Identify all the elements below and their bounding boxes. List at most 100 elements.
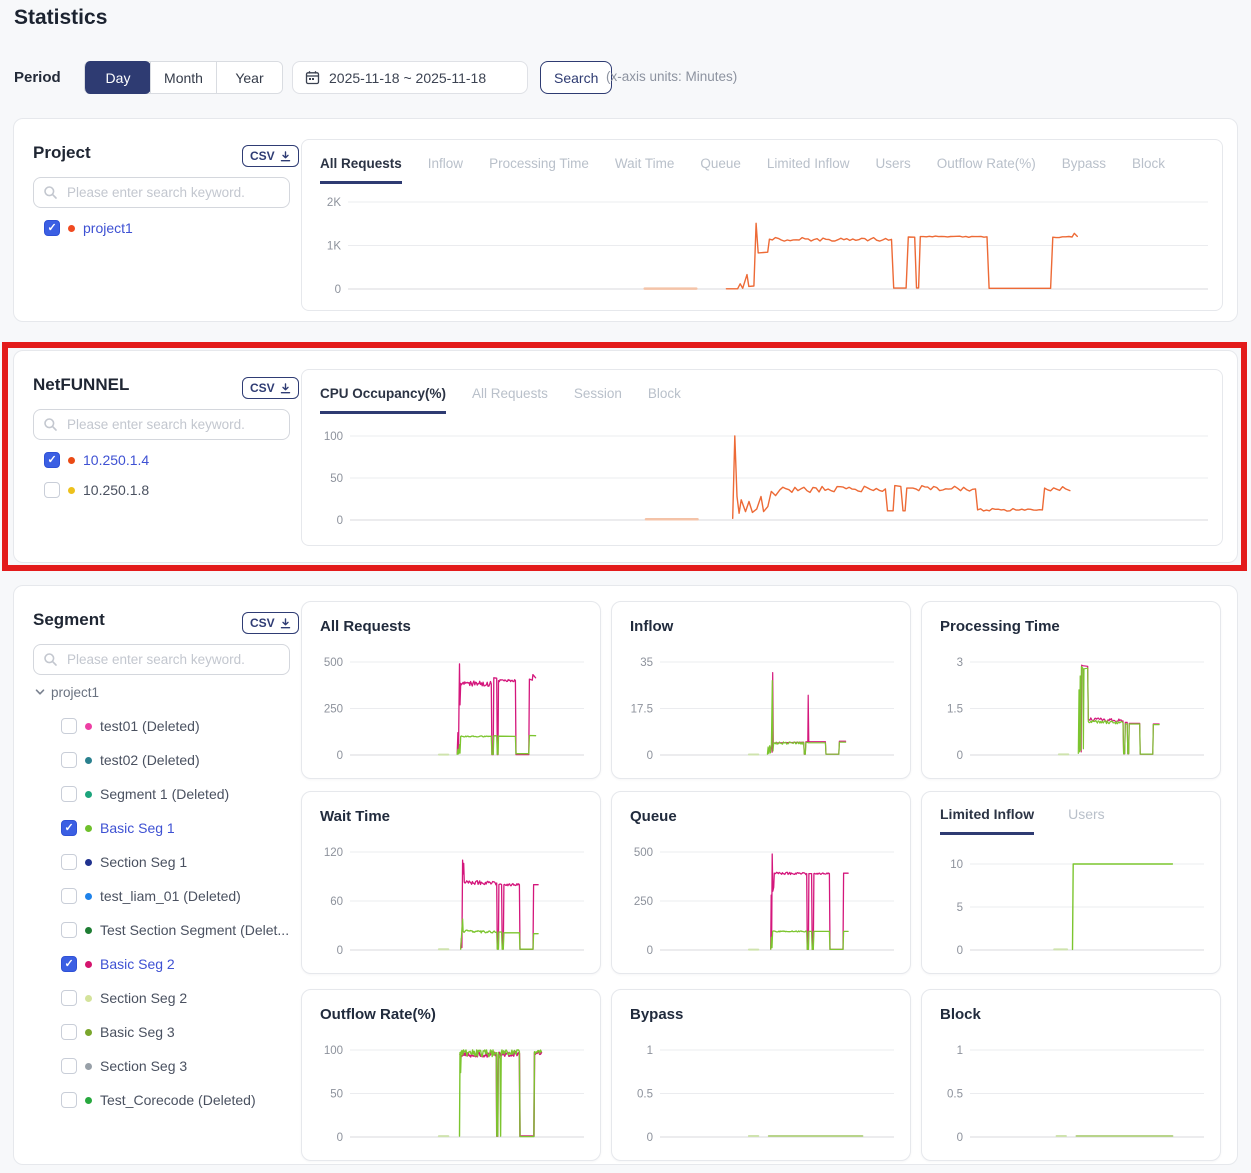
checkbox[interactable]: [44, 220, 60, 236]
segment-item-row[interactable]: Basic Seg 1: [61, 818, 289, 838]
checkbox[interactable]: [61, 1058, 77, 1074]
checkbox[interactable]: [61, 888, 77, 904]
svg-text:0: 0: [337, 750, 343, 762]
segment-item-row[interactable]: Test Section Segment (Delet...: [61, 920, 289, 940]
series-color-dot: [68, 457, 75, 464]
checkbox[interactable]: [61, 786, 77, 802]
segment-item-row[interactable]: Basic Seg 3: [61, 1022, 289, 1042]
segment-item-list: test01 (Deleted) test02 (Deleted) Segmen…: [33, 716, 289, 1110]
project-chart-tab[interactable]: Outflow Rate(%): [937, 150, 1036, 184]
project-item-row[interactable]: project1: [44, 219, 133, 237]
svg-text:1: 1: [957, 1045, 963, 1057]
svg-text:60: 60: [330, 896, 343, 908]
card-title: All Requests: [320, 618, 411, 635]
project-chart-tab[interactable]: All Requests: [320, 150, 402, 184]
project-chart-tabs: All Requests Inflow Processing Time Wait Ti…: [320, 150, 1165, 184]
project-search-input[interactable]: [33, 177, 290, 208]
netfunnel-chart-tab[interactable]: Session: [574, 380, 622, 414]
segment-item-label: Test Section Segment (Delet...: [100, 922, 289, 938]
csv-label: CSV: [250, 149, 275, 163]
project-chart-tab[interactable]: Queue: [700, 150, 741, 184]
project-item-label: project1: [83, 220, 133, 236]
checkbox[interactable]: [44, 482, 60, 498]
svg-text:1: 1: [647, 1045, 653, 1057]
download-icon: [280, 618, 291, 629]
checkbox[interactable]: [61, 1092, 77, 1108]
segment-item-row[interactable]: Segment 1 (Deleted): [61, 784, 289, 804]
segment-item-row[interactable]: Section Seg 1: [61, 852, 289, 872]
series-color-dot: [85, 893, 92, 900]
netfunnel-chart-tab[interactable]: CPU Occupancy(%): [320, 380, 446, 414]
checkbox[interactable]: [61, 990, 77, 1006]
card-title: Processing Time: [940, 618, 1060, 635]
project-chart-tab[interactable]: Processing Time: [489, 150, 589, 184]
statistics-page: Statistics Period DayMonthYear 2025-11-1…: [0, 0, 1251, 1173]
csv-download-button[interactable]: CSV: [242, 612, 299, 634]
tab-label: Users: [875, 156, 910, 171]
checkbox[interactable]: [61, 1024, 77, 1040]
series-color-dot: [85, 1029, 92, 1036]
project-chart-tab[interactable]: Bypass: [1062, 150, 1106, 184]
segment-item-row[interactable]: Section Seg 3: [61, 1056, 289, 1076]
period-label: Period: [14, 69, 61, 86]
tab-label: All Requests: [320, 156, 402, 171]
period-mode-button[interactable]: Month: [150, 62, 216, 93]
segment-item-label: Section Seg 3: [100, 1058, 187, 1074]
checkbox[interactable]: [61, 752, 77, 768]
segment-search: [33, 644, 290, 675]
search-button[interactable]: Search: [540, 61, 612, 94]
card-title: Queue: [630, 808, 677, 825]
series-color-dot: [85, 961, 92, 968]
segment-item-row[interactable]: Section Seg 2: [61, 988, 289, 1008]
inflow-card: Inflow 017.535: [611, 601, 911, 779]
svg-text:250: 250: [324, 704, 343, 716]
svg-text:3: 3: [957, 657, 963, 669]
checkbox[interactable]: [61, 820, 77, 836]
segment-search-input[interactable]: [33, 644, 290, 675]
csv-download-button[interactable]: CSV: [242, 377, 299, 399]
limited-inflow-card-tabs: Limited Inflow Users: [940, 798, 1105, 835]
period-mode-label: Year: [235, 70, 263, 86]
checkbox[interactable]: [61, 956, 77, 972]
segment-item-row[interactable]: test_liam_01 (Deleted): [61, 886, 289, 906]
limited-inflow-card: Limited InflowUsers 0510: [921, 791, 1221, 974]
svg-text:0: 0: [337, 515, 343, 527]
checkbox[interactable]: [44, 452, 60, 468]
csv-download-button[interactable]: CSV: [242, 145, 299, 167]
svg-text:500: 500: [324, 657, 343, 669]
project-search: [33, 177, 290, 208]
card-title: Bypass: [630, 1006, 683, 1023]
all-requests-chart: 0 250 500: [310, 656, 588, 768]
netfunnel-chart-tab[interactable]: All Requests: [472, 380, 548, 414]
segment-item-row[interactable]: Basic Seg 2: [61, 954, 289, 974]
netfunnel-item-row[interactable]: 10.250.1.4: [44, 451, 149, 469]
project-chart-tab[interactable]: Inflow: [428, 150, 463, 184]
limited-inflow-card-tab[interactable]: Limited Inflow: [940, 798, 1034, 835]
segment-item-row[interactable]: test02 (Deleted): [61, 750, 289, 770]
segment-item-row[interactable]: Test_Corecode (Deleted): [61, 1090, 289, 1110]
date-range-picker[interactable]: 2025-11-18 ~ 2025-11-18: [292, 61, 528, 94]
segment-item-label: Test_Corecode (Deleted): [100, 1092, 256, 1108]
project-chart-tab[interactable]: Users: [875, 150, 910, 184]
search-icon: [43, 652, 58, 667]
segment-item-row[interactable]: test01 (Deleted): [61, 716, 289, 736]
netfunnel-chart-tab[interactable]: Block: [648, 380, 681, 414]
period-mode-button[interactable]: Year: [216, 62, 282, 93]
segment-item-label: Basic Seg 3: [100, 1024, 175, 1040]
period-mode-group: DayMonth Year: [84, 61, 283, 94]
segment-item-label: test02 (Deleted): [100, 752, 200, 768]
tab-label: Processing Time: [489, 156, 589, 171]
limited-inflow-card-tab[interactable]: Users: [1068, 798, 1105, 835]
netfunnel-item-row[interactable]: 10.250.1.8: [44, 481, 149, 499]
checkbox[interactable]: [61, 854, 77, 870]
checkbox[interactable]: [61, 718, 77, 734]
project-chart-tab[interactable]: Limited Inflow: [767, 150, 850, 184]
segment-tree-root[interactable]: project1: [33, 682, 289, 702]
checkbox[interactable]: [61, 922, 77, 938]
svg-text:0: 0: [957, 1132, 963, 1144]
project-chart-tab[interactable]: Block: [1132, 150, 1165, 184]
project-chart-tab[interactable]: Wait Time: [615, 150, 675, 184]
csv-label: CSV: [250, 616, 275, 630]
netfunnel-search-input[interactable]: [33, 409, 290, 440]
period-mode-button[interactable]: Day: [84, 61, 151, 94]
